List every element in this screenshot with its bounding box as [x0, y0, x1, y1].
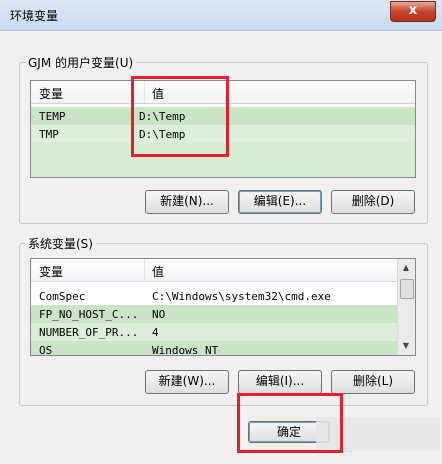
variable-value: NO [152, 308, 166, 321]
highlight-ok-button [237, 393, 343, 453]
variable-name: TMP [39, 128, 59, 141]
scrollbar-thumb[interactable] [400, 279, 414, 299]
highlight-value-column [131, 76, 229, 157]
column-separator [144, 259, 145, 281]
column-header-variable[interactable]: 变量 [39, 85, 63, 102]
variable-name: TEMP [39, 110, 66, 123]
close-button[interactable]: x [390, 1, 436, 22]
column-header-value[interactable]: 值 [152, 263, 164, 280]
variable-name: FP_NO_HOST_C... [39, 308, 139, 321]
system-variables-label: 系统变量(S) [25, 235, 96, 252]
table-row[interactable]: NUMBER_OF_PR... 4 [31, 323, 397, 341]
system-list-scrollbar[interactable]: ▲ ▼ [397, 259, 415, 355]
user-edit-button[interactable]: 编辑(E)... [238, 190, 322, 214]
close-icon: x [408, 3, 418, 18]
system-delete-button[interactable]: 删除(L) [331, 370, 415, 394]
table-row[interactable]: OS Windows_NT [31, 341, 397, 356]
system-edit-button[interactable]: 编辑(I)... [238, 370, 322, 394]
user-delete-button[interactable]: 删除(D) [331, 190, 415, 214]
down-arrow-icon[interactable]: ▼ [400, 340, 412, 352]
table-row[interactable]: ComSpec C:\Windows\system32\cmd.exe [31, 287, 397, 305]
column-header-variable[interactable]: 变量 [39, 263, 63, 280]
system-variables-list[interactable]: 变量 值 ComSpec C:\Windows\system32\cmd.exe… [30, 258, 416, 356]
variable-value: Windows_NT [152, 344, 219, 356]
environment-variables-dialog: 环境变量 x GJM 的用户变量(U) 变量 值 TEMP D:\Temp TM… [0, 0, 442, 464]
title-bar: 环境变量 x [0, 0, 442, 31]
system-list-header: 变量 值 [31, 259, 397, 282]
table-row[interactable]: FP_NO_HOST_C... NO [31, 305, 397, 323]
variable-name: ComSpec [39, 290, 86, 303]
variable-name: NUMBER_OF_PR... [39, 326, 139, 339]
user-variables-label: GJM 的用户变量(U) [25, 54, 137, 71]
variable-value: C:\Windows\system32\cmd.exe [152, 290, 331, 303]
variable-value: 4 [152, 326, 159, 339]
user-new-button[interactable]: 新建(N)... [145, 190, 229, 214]
variable-name: OS [39, 344, 53, 356]
window-title: 环境变量 [10, 9, 59, 23]
up-arrow-icon[interactable]: ▲ [400, 262, 412, 274]
system-new-button[interactable]: 新建(W)... [145, 370, 229, 394]
